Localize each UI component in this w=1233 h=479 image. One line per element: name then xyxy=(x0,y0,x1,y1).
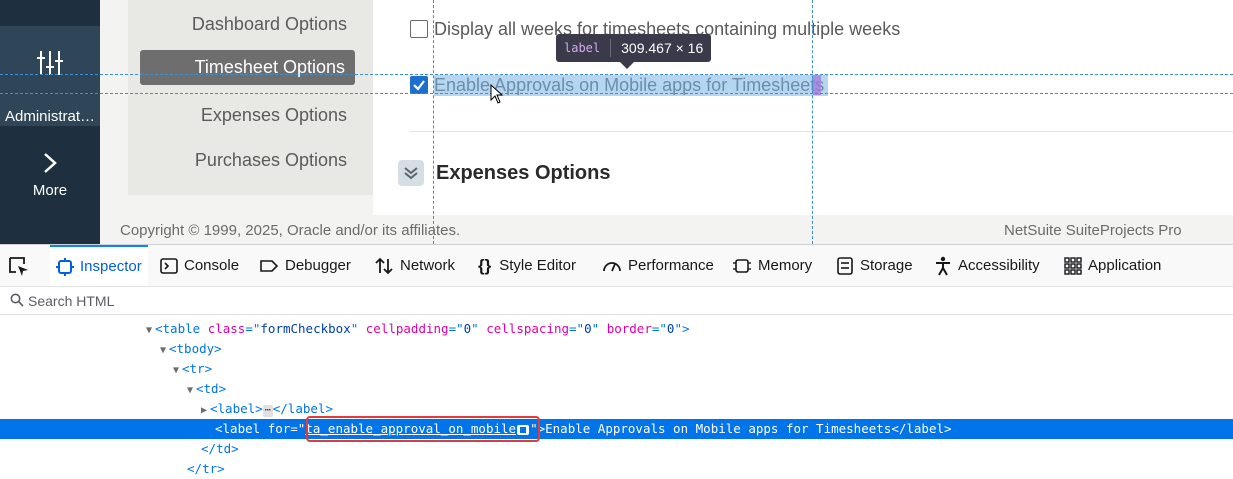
tab-network[interactable]: Network xyxy=(374,245,455,286)
performance-icon xyxy=(603,261,621,271)
tooltip-separator xyxy=(610,39,612,57)
tab-label: Accessibility xyxy=(958,257,1040,274)
tab-application[interactable]: Application xyxy=(1064,245,1161,286)
expand-arrow-icon[interactable]: ▼ xyxy=(187,381,196,401)
search-html-input[interactable] xyxy=(28,290,428,312)
tooltip-tag: label xyxy=(564,41,601,55)
search-icon xyxy=(10,293,24,307)
tab-label: Inspector xyxy=(80,258,142,275)
markup-line-selected[interactable]: <label for="ta_enable_approval_on_mobile… xyxy=(0,419,1233,439)
markup-line[interactable]: ▼ <tr> xyxy=(0,359,1233,379)
markup-line[interactable]: ▼ <table class="formCheckbox" cellpadding… xyxy=(0,319,1233,339)
divider xyxy=(410,131,1233,132)
nav-item-administration[interactable]: Administrat… xyxy=(0,26,100,126)
footer-copyright: Copyright © 1999, 2025, Oracle and/or it… xyxy=(120,222,461,239)
inspector-guide-line xyxy=(0,74,1233,75)
chevron-right-icon xyxy=(44,153,57,173)
options-submenu: Dashboard Options Timesheet Options Expe… xyxy=(128,0,373,195)
network-icon xyxy=(375,257,393,274)
markup-line[interactable]: </td> xyxy=(0,439,1233,459)
inspector-guide-line xyxy=(812,0,813,244)
tab-memory[interactable]: Memory xyxy=(732,245,812,286)
nav-item-label: More xyxy=(32,182,68,199)
annotation-highlight-box xyxy=(306,416,540,442)
collapsed-ellipsis[interactable]: ⋯ xyxy=(262,405,273,417)
tab-label: Storage xyxy=(860,257,913,274)
highlight-padding xyxy=(813,75,821,95)
markup-line[interactable]: </tr> xyxy=(0,459,1233,479)
tab-debugger[interactable]: Debugger xyxy=(259,245,351,286)
tab-performance[interactable]: Performance xyxy=(602,245,714,286)
tab-storage[interactable]: Storage xyxy=(836,245,913,286)
devtools-panel: Inspector Console Debugger Network {} St… xyxy=(0,244,1233,479)
double-chevron-down-icon xyxy=(404,167,418,180)
markup-line[interactable]: ▼ <tbody> xyxy=(0,339,1233,359)
submenu-item-purchases-options[interactable]: Purchases Options xyxy=(195,150,347,171)
element-picker-icon[interactable] xyxy=(8,256,30,278)
expand-arrow-icon[interactable]: ▼ xyxy=(160,341,169,361)
tab-label: Memory xyxy=(758,257,813,274)
submenu-item-dashboard-options[interactable]: Dashboard Options xyxy=(192,14,347,35)
memory-icon xyxy=(733,258,751,273)
inspector-tooltip: label 309.467 × 16 xyxy=(556,34,712,69)
enable-approvals-checkbox[interactable] xyxy=(410,76,428,94)
debugger-icon xyxy=(260,259,279,272)
display-weeks-checkbox[interactable] xyxy=(410,20,428,38)
checkmark-icon xyxy=(413,80,425,91)
section-title-expenses-options: Expenses Options xyxy=(436,162,611,184)
console-icon xyxy=(160,257,178,274)
inspector-guide-line xyxy=(0,93,1233,94)
tab-style-editor[interactable]: {} Style Editor xyxy=(478,245,576,286)
tooltip-dimensions: 309.467 × 16 xyxy=(621,40,704,56)
markup-line[interactable]: ▼ <td> xyxy=(0,379,1233,399)
inspector-icon xyxy=(56,257,74,276)
tab-label: Debugger xyxy=(285,257,351,274)
tab-label: Performance xyxy=(628,257,714,274)
left-navigation: Administrat… More xyxy=(0,0,100,244)
sliders-icon xyxy=(37,51,63,75)
submenu-item-timesheet-options[interactable]: Timesheet Options xyxy=(139,50,355,85)
tab-label: Style Editor xyxy=(499,257,576,274)
tab-label: Console xyxy=(184,257,240,274)
expand-arrow-icon[interactable]: ▶ xyxy=(201,401,210,421)
nav-item-more[interactable]: More xyxy=(0,148,100,208)
nav-item-label: Administrat… xyxy=(4,108,96,125)
expand-arrow-icon[interactable]: ▼ xyxy=(173,361,182,381)
submenu-item-expenses-options[interactable]: Expenses Options xyxy=(201,105,347,126)
accessibility-icon xyxy=(936,256,950,275)
tab-inspector[interactable]: Inspector xyxy=(50,245,148,286)
collapse-section-button[interactable] xyxy=(398,160,424,186)
tab-accessibility[interactable]: Accessibility xyxy=(934,245,1040,286)
footer-brand: NetSuite SuiteProjects Pro xyxy=(1004,222,1182,239)
markup-view: ▼ <table class="formCheckbox" cellpadding… xyxy=(0,315,1233,479)
mouse-cursor-icon xyxy=(490,84,504,104)
markup-line[interactable]: ▶ <label> ⋯ </label> xyxy=(0,399,1233,419)
inspector-guide-line xyxy=(433,0,434,244)
devtools-toolbar: Inspector Console Debugger Network {} St… xyxy=(0,245,1233,287)
storage-icon xyxy=(837,256,853,275)
search-html-bar xyxy=(0,287,1233,315)
tab-console[interactable]: Console xyxy=(160,245,239,286)
tab-label: Application xyxy=(1088,257,1162,274)
tab-label: Network xyxy=(400,257,456,274)
expand-arrow-icon[interactable]: ▼ xyxy=(146,321,155,341)
style-editor-icon: {} xyxy=(478,255,492,275)
application-icon xyxy=(1064,256,1082,275)
